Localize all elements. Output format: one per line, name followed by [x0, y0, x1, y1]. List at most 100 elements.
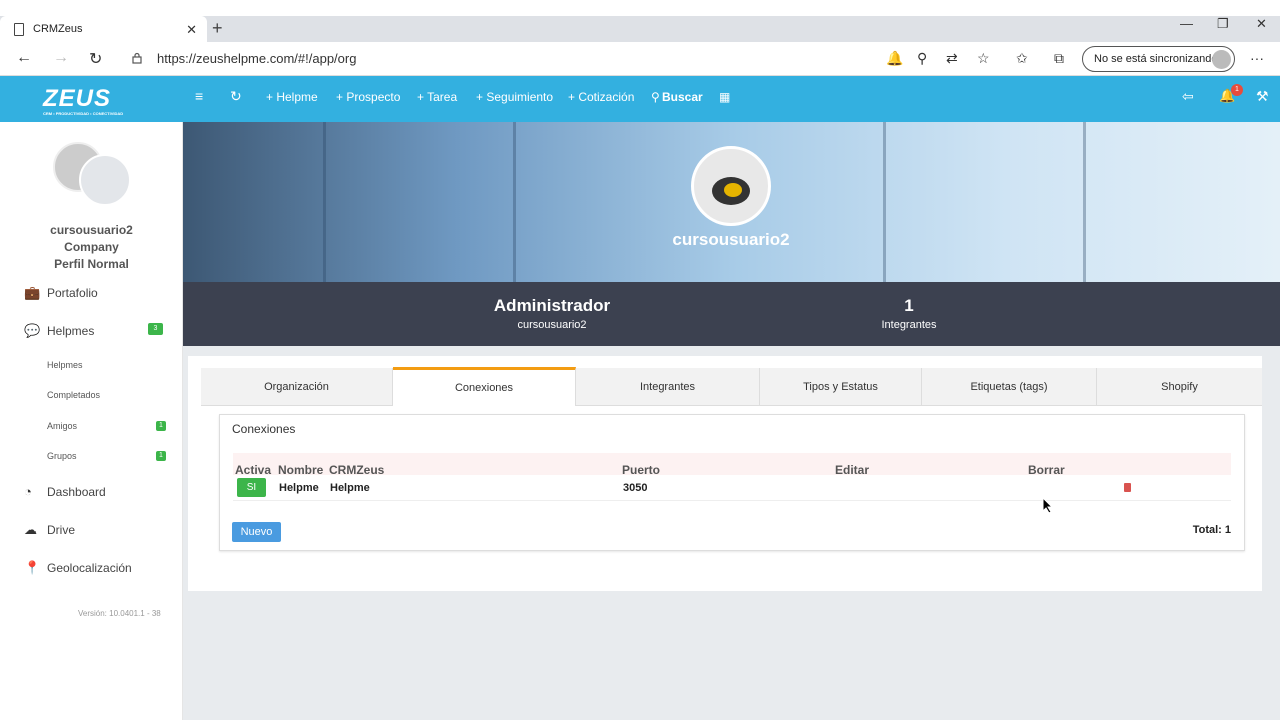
sidebar-item-label: Dashboard — [47, 484, 106, 499]
more-icon[interactable]: ··· — [1250, 50, 1264, 66]
sidebar: cursousuario2 Company Perfil Normal 💼 Por… — [0, 122, 183, 720]
version-text: Versión: 10.0401.1 - 38 — [78, 609, 161, 618]
section-title: Conexiones — [232, 422, 296, 436]
sidebar-item-label: Drive — [47, 523, 76, 537]
user-avatar — [79, 154, 131, 206]
cloud-icon: ☁ — [24, 522, 37, 537]
avatar-eye — [724, 183, 742, 197]
amigos-badge: 1 — [156, 421, 166, 431]
close-window-icon[interactable]: ✕ — [1256, 16, 1267, 32]
browser-tab[interactable]: CRMZeus ✕ — [0, 16, 207, 42]
reload-icon[interactable]: ↻ — [89, 49, 102, 69]
document-icon — [14, 22, 24, 36]
new-tarea-link[interactable]: + Tarea — [417, 90, 457, 104]
back-icon[interactable]: ← — [16, 49, 32, 67]
wrench-icon[interactable]: ⚒ — [1256, 88, 1269, 105]
tab-strip: CRMZeus ✕ + — ❐ ✕ — [0, 16, 1280, 42]
trash-icon[interactable] — [1124, 483, 1131, 492]
new-connection-button[interactable]: Nuevo — [232, 522, 281, 542]
forward-icon[interactable]: → — [53, 49, 69, 67]
zeus-logo[interactable]: ZEUS CRM • PRODUCTIVIDAD • CONECTIVIDAD — [43, 85, 123, 116]
logo-tagline: CRM • PRODUCTIVIDAD • CONECTIVIDAD — [43, 111, 124, 116]
profile-banner: cursousuario2 — [183, 122, 1280, 282]
tab-tipos-estatus[interactable]: Tipos y Estatus — [760, 368, 922, 406]
menu-icon[interactable]: ≡ — [195, 88, 203, 104]
sync-label: No se está sincronizando — [1094, 53, 1218, 65]
logout-icon[interactable]: ⇦ — [1182, 88, 1194, 105]
main-content: Organización Conexiones Integrantes Tipo… — [183, 346, 1280, 720]
new-prospecto-link[interactable]: + Prospecto — [336, 90, 400, 104]
favorite-icon[interactable]: ☆ — [977, 50, 990, 67]
members-count: 1 — [904, 296, 914, 315]
app-header: ZEUS CRM • PRODUCTIVIDAD • CONECTIVIDAD ≡… — [0, 76, 1280, 122]
new-cotizacion-link[interactable]: + Cotización — [568, 90, 634, 104]
minimize-icon[interactable]: — — [1180, 16, 1193, 31]
sidebar-item-label: Portafolio — [47, 286, 98, 300]
collections-icon[interactable]: ⧉ — [1054, 50, 1064, 67]
new-seguimiento-link[interactable]: + Seguimiento — [476, 90, 553, 104]
pie-chart-icon: ◔ — [24, 484, 32, 499]
table-row: SI Helpme Helpme 3050 — [233, 475, 1231, 501]
comments-icon: 💬 — [24, 323, 41, 338]
logo-text: ZEUS — [43, 85, 112, 112]
new-tab-icon[interactable]: + — [212, 18, 223, 39]
new-helpme-link[interactable]: + Helpme — [266, 90, 318, 104]
avatar — [53, 142, 131, 208]
translate-icon[interactable]: ⇄ — [946, 50, 958, 67]
sidebar-item-portafolio[interactable]: 💼 Portafolio — [24, 285, 98, 301]
close-tab-icon[interactable]: ✕ — [186, 22, 197, 38]
zoom-icon[interactable]: ⚲ — [917, 50, 927, 67]
notification-count: 1 — [1231, 84, 1243, 96]
address-bar[interactable]: https://zeushelpme.com/#!/app/org — [157, 51, 356, 66]
sidebar-item-label: Helpmes — [47, 324, 95, 338]
role-user: cursousuario2 — [517, 319, 587, 331]
favorites-list-icon[interactable]: ✩ — [1016, 50, 1028, 67]
tab-integrantes[interactable]: Integrantes — [576, 368, 760, 406]
search-link[interactable]: Buscar — [662, 90, 703, 104]
tab-title: CRMZeus — [33, 23, 83, 35]
browser-window: CRMZeus ✕ + — ❐ ✕ ← → ↻ https://zeushelp… — [0, 0, 1280, 720]
sync-button[interactable]: No se está sincronizando — [1082, 46, 1235, 72]
profile-stats: Administrador cursousuario2 1 Integrante… — [183, 282, 1280, 346]
mouse-cursor-icon — [1042, 497, 1054, 514]
helpmes-badge: 3 — [148, 323, 163, 335]
sidebar-sub-completados[interactable]: Completados — [47, 390, 100, 400]
banner-decoration — [513, 122, 516, 282]
tab-etiquetas[interactable]: Etiquetas (tags) — [922, 368, 1097, 406]
tab-organizacion[interactable]: Organización — [201, 368, 393, 406]
conexiones-box: Conexiones Activa Nombre CRMZeus Puerto … — [219, 414, 1245, 551]
tab-shopify[interactable]: Shopify — [1097, 368, 1262, 406]
active-toggle[interactable]: SI — [237, 478, 266, 497]
row-crmzeus: Helpme — [330, 482, 370, 494]
total-count: Total: 1 — [1192, 524, 1231, 536]
sidebar-item-drive[interactable]: ☁ Drive — [24, 522, 75, 538]
search-icon[interactable]: ⚲ — [651, 90, 660, 104]
sidebar-sub-grupos[interactable]: Grupos — [47, 451, 77, 461]
sidebar-item-geolocalizacion[interactable]: 📍 Geolocalización — [24, 560, 132, 576]
browser-toolbar: ← → ↻ https://zeushelpme.com/#!/app/org … — [0, 42, 1280, 76]
refresh-icon[interactable]: ↻ — [230, 88, 242, 105]
banner-decoration — [883, 122, 886, 282]
row-puerto: 3050 — [623, 482, 648, 494]
sidebar-sub-amigos[interactable]: Amigos — [47, 421, 77, 431]
notification-block-icon[interactable]: 🔔 — [886, 50, 903, 67]
user-name: cursousuario2 — [50, 223, 133, 237]
tab-bar: Organización Conexiones Integrantes Tipo… — [201, 367, 1262, 406]
tab-conexiones[interactable]: Conexiones — [393, 367, 576, 406]
maximize-icon[interactable]: ❐ — [1217, 16, 1229, 32]
sidebar-item-helpmes[interactable]: 💬 Helpmes — [24, 323, 94, 339]
map-marker-icon: 📍 — [24, 560, 41, 575]
organization-name: cursousuario2 — [672, 230, 790, 249]
company-name: Company — [64, 240, 119, 254]
briefcase-icon: 💼 — [24, 285, 41, 300]
org-panel: Organización Conexiones Integrantes Tipo… — [188, 356, 1262, 591]
calendar-icon[interactable]: ▦ — [719, 90, 730, 104]
banner-decoration — [323, 122, 326, 282]
row-nombre: Helpme — [279, 482, 319, 494]
lock-icon — [132, 52, 142, 64]
sidebar-sub-helpmes[interactable]: Helpmes — [47, 360, 83, 370]
profile-name: Perfil Normal — [54, 257, 129, 271]
role-title: Administrador — [493, 296, 611, 315]
sidebar-item-dashboard[interactable]: ◔ Dashboard — [24, 484, 106, 499]
banner-decoration — [1083, 122, 1086, 282]
